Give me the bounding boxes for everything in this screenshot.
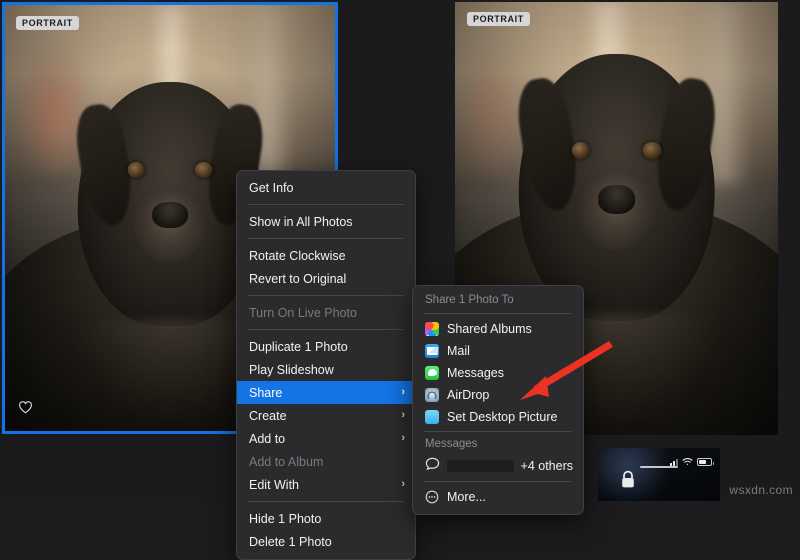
menu-item-label: Show in All Photos bbox=[249, 214, 353, 229]
messages-icon bbox=[425, 366, 439, 380]
desktop-picture-icon bbox=[425, 410, 439, 424]
divider bbox=[248, 329, 404, 330]
menu-item-play-slideshow[interactable]: Play Slideshow bbox=[237, 358, 415, 381]
menu-item-label: Rotate Clockwise bbox=[249, 248, 346, 263]
messages-section-header: Messages bbox=[425, 438, 478, 450]
divider bbox=[248, 204, 404, 205]
share-target-label: Shared Albums bbox=[447, 322, 532, 336]
home-indicator bbox=[640, 466, 678, 468]
others-count-label: +4 others bbox=[520, 459, 573, 473]
heart-icon[interactable] bbox=[18, 400, 33, 419]
share-target-set-desktop-picture[interactable]: Set Desktop Picture bbox=[413, 406, 583, 428]
wifi-icon bbox=[682, 453, 693, 471]
share-target-label: AirDrop bbox=[447, 388, 490, 402]
ellipsis-circle-icon bbox=[425, 490, 439, 504]
menu-item-add-to-album: Add to Album bbox=[237, 450, 415, 473]
share-target-label: Set Desktop Picture bbox=[447, 410, 558, 424]
context-menu[interactable]: Get Info Show in All Photos Rotate Clockwi… bbox=[236, 170, 416, 560]
share-target-airdrop[interactable]: AirDrop bbox=[413, 384, 583, 406]
watermark: wsxdn.com bbox=[729, 483, 793, 497]
menu-item-label: Get Info bbox=[249, 180, 294, 195]
divider bbox=[424, 431, 572, 432]
menu-item-show-in-all-photos[interactable]: Show in All Photos bbox=[237, 210, 415, 233]
menu-item-label: Delete 1 Photo bbox=[249, 534, 332, 549]
phone-status-bar bbox=[670, 453, 714, 471]
divider bbox=[248, 501, 404, 502]
menu-item-label: Duplicate 1 Photo bbox=[249, 339, 348, 354]
menu-item-label: Turn On Live Photo bbox=[249, 305, 357, 320]
menu-item-turn-on-live-photo: Turn On Live Photo bbox=[237, 301, 415, 324]
share-submenu-title: Share 1 Photo To bbox=[425, 294, 514, 306]
share-target-shared-albums[interactable]: Shared Albums bbox=[413, 318, 583, 340]
menu-item-rotate-clockwise[interactable]: Rotate Clockwise bbox=[237, 244, 415, 267]
share-more-label: More... bbox=[447, 490, 486, 504]
lock-icon bbox=[620, 470, 636, 494]
share-more-item[interactable]: More... bbox=[413, 486, 583, 508]
divider bbox=[424, 481, 572, 482]
divider bbox=[248, 238, 404, 239]
menu-item-duplicate-1-photo[interactable]: Duplicate 1 Photo bbox=[237, 335, 415, 358]
divider bbox=[248, 295, 404, 296]
portrait-badge: PORTRAIT bbox=[16, 16, 79, 30]
mail-icon bbox=[425, 344, 439, 358]
menu-item-label: Revert to Original bbox=[249, 271, 347, 286]
share-target-messages[interactable]: Messages bbox=[413, 362, 583, 384]
photos-icon bbox=[425, 322, 439, 336]
menu-item-get-info[interactable]: Get Info bbox=[237, 176, 415, 199]
portrait-badge: PORTRAIT bbox=[467, 12, 530, 26]
menu-item-label: Share bbox=[249, 385, 283, 400]
menu-item-add-to[interactable]: Add to › bbox=[237, 427, 415, 450]
share-target-mail[interactable]: Mail bbox=[413, 340, 583, 362]
menu-item-hide-1-photo[interactable]: Hide 1 Photo bbox=[237, 507, 415, 530]
menu-item-label: Add to bbox=[249, 431, 286, 446]
menu-item-label: Edit With bbox=[249, 477, 300, 492]
menu-item-create[interactable]: Create › bbox=[237, 404, 415, 427]
cellular-signal-icon bbox=[670, 458, 678, 466]
share-target-label: Mail bbox=[447, 344, 470, 358]
menu-item-edit-with[interactable]: Edit With › bbox=[237, 473, 415, 496]
menu-item-label: Hide 1 Photo bbox=[249, 511, 322, 526]
redacted-contact-name bbox=[447, 460, 514, 472]
chevron-right-icon: › bbox=[401, 409, 405, 421]
share-target-label: Messages bbox=[447, 366, 504, 380]
messages-recent-contacts[interactable]: +4 others bbox=[413, 454, 583, 478]
chevron-right-icon: › bbox=[401, 478, 405, 490]
menu-item-label: Add to Album bbox=[249, 454, 324, 469]
menu-item-label: Play Slideshow bbox=[249, 362, 334, 377]
share-submenu[interactable]: Share 1 Photo To Shared Albums Mail Messag… bbox=[412, 285, 584, 515]
chat-bubble-icon bbox=[425, 457, 440, 476]
divider bbox=[424, 313, 572, 314]
menu-item-revert-to-original[interactable]: Revert to Original bbox=[237, 267, 415, 290]
menu-item-share[interactable]: Share › bbox=[237, 381, 415, 404]
chevron-right-icon: › bbox=[401, 432, 405, 444]
battery-icon bbox=[697, 458, 714, 466]
chevron-right-icon: › bbox=[401, 386, 405, 398]
menu-item-label: Create bbox=[249, 408, 287, 423]
phone-lockscreen-preview bbox=[598, 448, 720, 501]
airdrop-icon bbox=[425, 388, 439, 402]
menu-item-delete-1-photo[interactable]: Delete 1 Photo bbox=[237, 530, 415, 553]
